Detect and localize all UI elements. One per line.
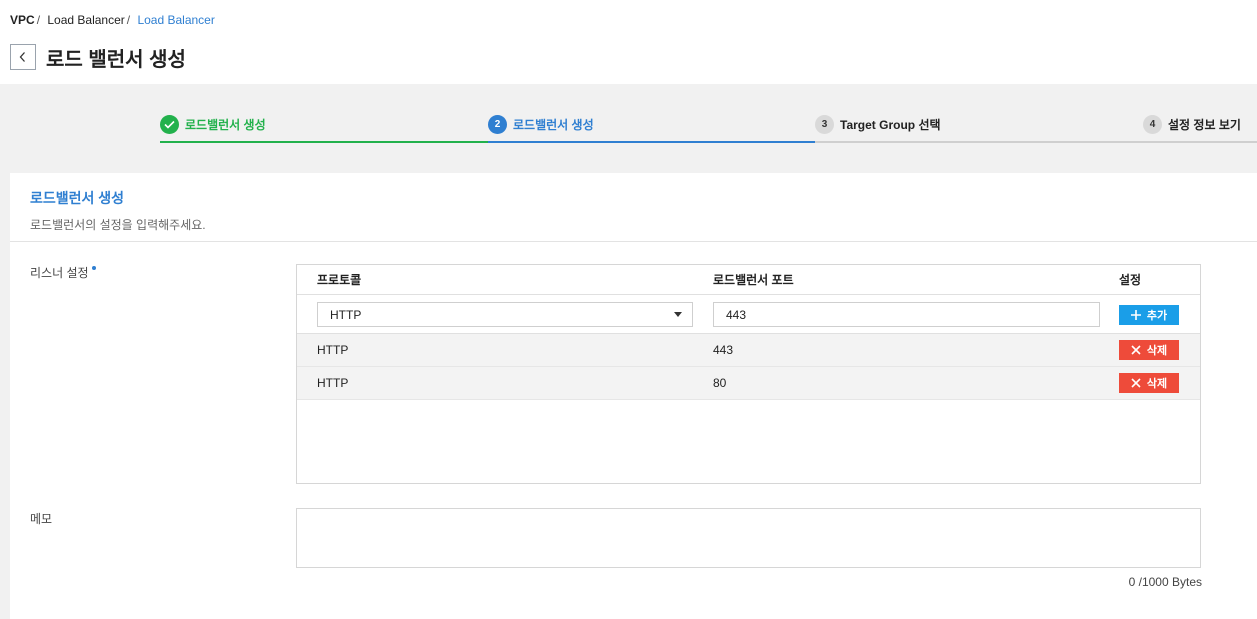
row-port: 80 [713,376,727,390]
step-1: 로드밸런서 생성 [160,113,488,143]
row-protocol: HTTP [317,343,349,357]
step-4-number: 4 [1143,115,1162,134]
step-4: 4 설정 정보 보기 [1143,113,1257,143]
column-header-port: 로드밸런서 포트 [713,273,794,287]
caret-down-icon [674,312,682,317]
breadcrumb: VPC / Load Balancer / Load Balancer [10,13,215,27]
add-listener-button[interactable]: 추가 [1119,305,1179,325]
memo-field-label: 메모 [30,512,53,526]
protocol-select[interactable]: HTTP [317,302,693,327]
listener-field-label: 리스너 설정 [30,264,96,281]
step-4-label: 설정 정보 보기 [1168,118,1241,132]
breadcrumb-separator: / [126,13,131,27]
port-input[interactable] [713,302,1100,327]
title-row: 로드 밸런서 생성 [10,44,186,71]
delete-listener-button[interactable]: 삭제 [1119,340,1179,360]
breadcrumb-separator: / [36,13,41,27]
step-3-number: 3 [815,115,834,134]
step-2-number: 2 [488,115,507,134]
section-description: 로드밸런서의 설정을 입력해주세요. [30,218,206,232]
listener-row: HTTP 80 삭제 [297,367,1200,400]
listener-row: HTTP 443 삭제 [297,334,1200,367]
step-2-label: 로드밸런서 생성 [513,118,594,132]
delete-button-label: 삭제 [1146,345,1168,357]
step-2: 2 로드밸런서 생성 [488,113,815,143]
listener-input-row: HTTP 추가 [297,295,1200,334]
required-indicator [91,266,96,270]
listener-table: 프로토콜 로드밸런서 포트 설정 HTTP 추가 HTTP 443 [296,264,1201,484]
close-icon [1131,378,1141,388]
close-icon [1131,345,1141,355]
step-2-progress-bar [488,141,815,143]
step-3-progress-bar [815,141,1143,143]
protocol-select-value: HTTP [330,307,362,322]
step-3-label: Target Group 선택 [840,118,941,132]
delete-button-label: 삭제 [1146,378,1168,390]
chevron-left-icon [19,52,25,62]
memo-textarea[interactable] [296,508,1201,568]
form-panel: 로드밸런서 생성 로드밸런서의 설정을 입력해주세요. 리스너 설정 프로토콜 … [10,173,1257,619]
breadcrumb-item-vpc[interactable]: VPC [10,13,35,27]
column-header-action: 설정 [1119,273,1142,287]
listener-label-text: 리스너 설정 [30,266,89,280]
breadcrumb-item-load-balancer[interactable]: Load Balancer [47,13,124,27]
back-button[interactable] [10,44,36,70]
step-3: 3 Target Group 선택 [815,113,1143,143]
plus-icon [1130,310,1141,320]
step-1-progress-bar [160,141,488,143]
row-port: 443 [713,343,734,357]
section-title: 로드밸런서 생성 [30,190,125,206]
step-4-progress-bar [1143,141,1257,143]
delete-listener-button[interactable]: 삭제 [1119,373,1179,393]
page-title: 로드 밸런서 생성 [46,48,186,71]
memo-byte-counter: 0 /1000 Bytes [1128,575,1202,589]
step-1-label: 로드밸런서 생성 [185,118,266,132]
panel-header: 로드밸런서 생성 로드밸런서의 설정을 입력해주세요. [10,173,1257,242]
listener-table-header: 프로토콜 로드밸런서 포트 설정 [297,265,1200,295]
stepper: 로드밸런서 생성 2 로드밸런서 생성 3 Target Group 선택 4 … [160,113,1257,143]
row-protocol: HTTP [317,376,349,390]
add-button-label: 추가 [1146,310,1168,322]
check-icon [160,115,179,134]
breadcrumb-item-current[interactable]: Load Balancer [137,13,214,27]
column-header-protocol: 프로토콜 [317,273,362,287]
